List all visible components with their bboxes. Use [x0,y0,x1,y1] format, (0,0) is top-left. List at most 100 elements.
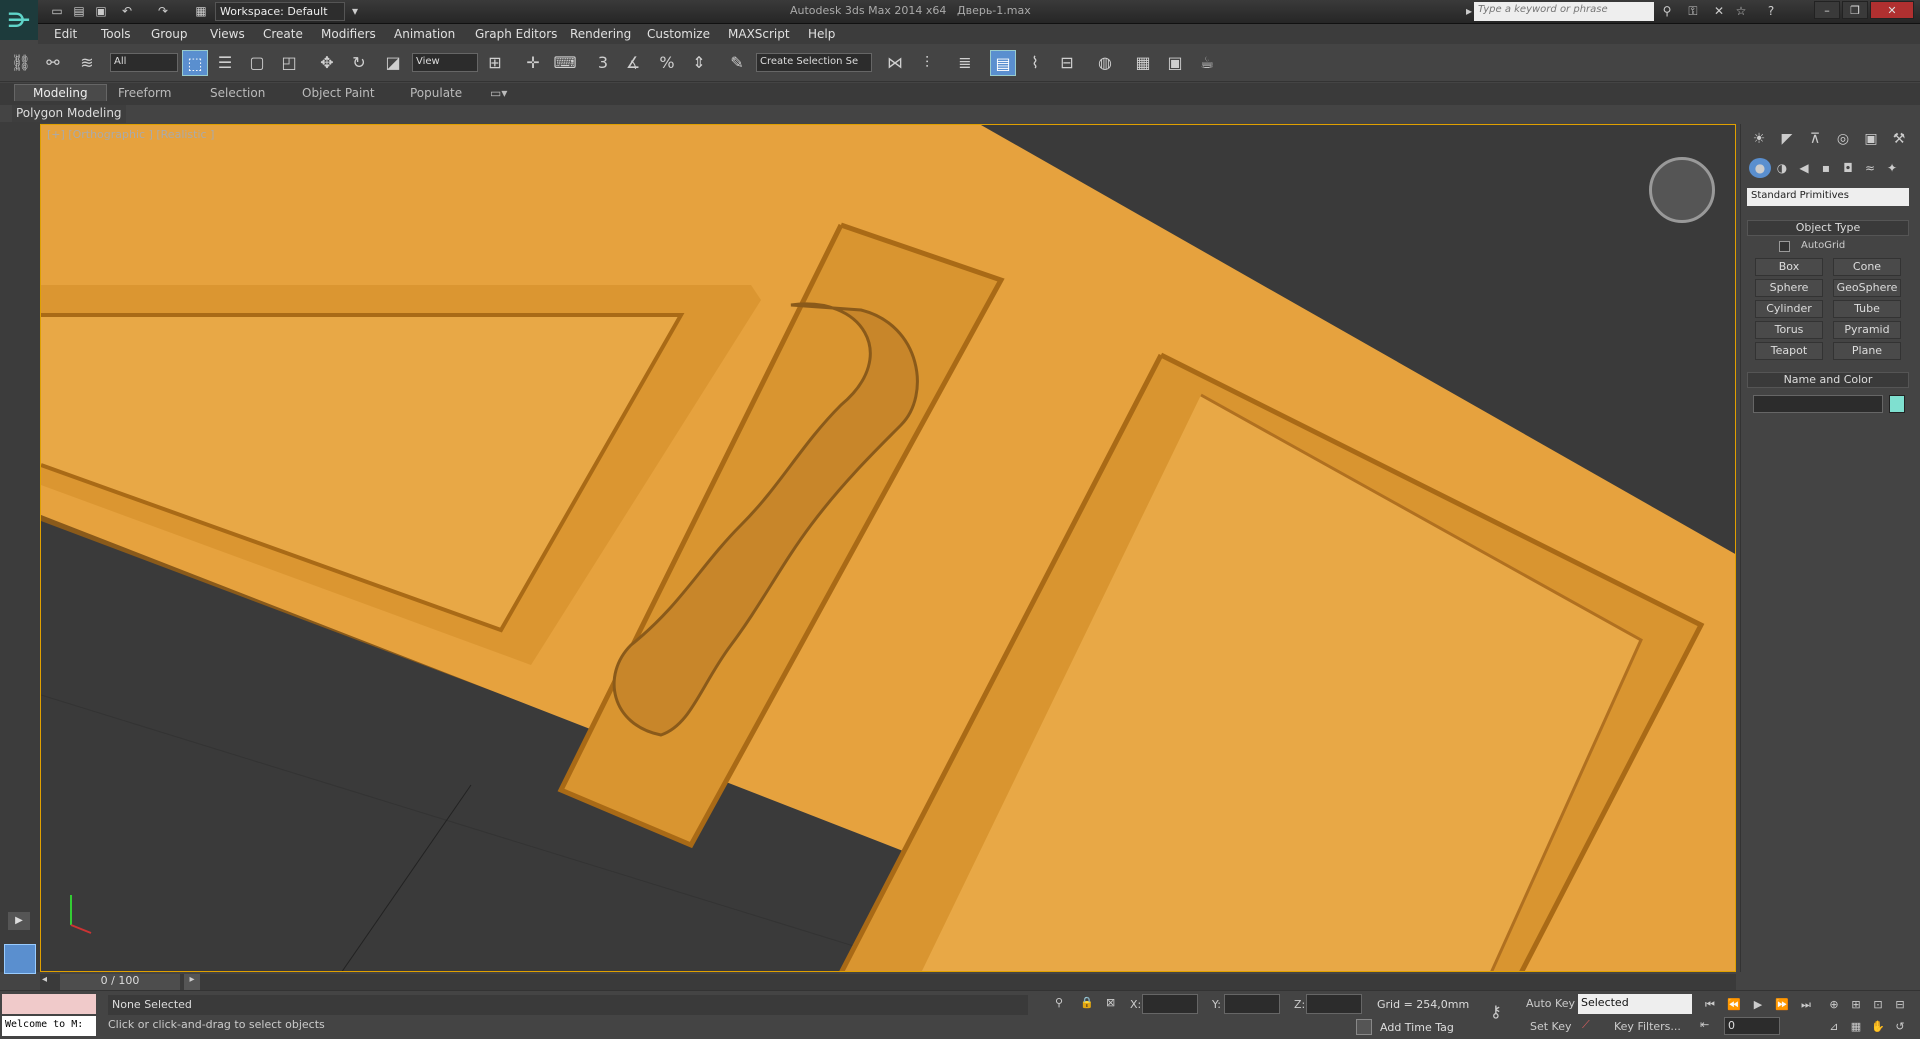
select-by-name-icon[interactable]: ☰ [212,50,238,76]
object-type-rollout[interactable]: Object Type [1747,220,1909,236]
select-object-icon[interactable]: ⬚ [182,50,208,76]
edit-named-sel-icon[interactable]: ✎ [724,50,750,76]
pan-icon[interactable]: ✋ [1868,1018,1888,1036]
bind-space-warp-icon[interactable]: ≋ [74,50,100,76]
binoculars-icon[interactable]: ⚲ [1658,3,1676,20]
search-input[interactable]: Type a keyword or phrase [1474,2,1654,21]
redo-icon[interactable]: ↷ [154,3,172,20]
open-file-icon[interactable]: ▤ [70,3,88,20]
maxscript-mini-listener[interactable]: Welcome to M: [2,1016,96,1036]
hierarchy-tab-icon[interactable]: ⊼ [1803,128,1827,150]
rect-selection-icon[interactable]: ▢ [244,50,270,76]
sphere-button[interactable]: Sphere [1755,279,1823,297]
key-filters-button[interactable]: Key Filters... [1614,1020,1681,1033]
cylinder-button[interactable]: Cylinder [1755,300,1823,318]
display-tab-icon[interactable]: ▣ [1859,128,1883,150]
align-icon[interactable]: ⫶ [914,50,940,76]
link-icon[interactable]: ⛓ [8,50,34,76]
lights-icon[interactable]: ◀ [1793,158,1815,178]
box-button[interactable]: Box [1755,258,1823,276]
auto-key-button[interactable]: Auto Key [1526,997,1575,1010]
tube-button[interactable]: Tube [1833,300,1901,318]
space-warps-icon[interactable]: ≈ [1859,158,1881,178]
autogrid-checkbox[interactable] [1779,241,1790,252]
rotate-icon[interactable]: ↻ [346,50,372,76]
add-time-tag[interactable]: Add Time Tag [1380,1021,1454,1034]
unlink-icon[interactable]: ⚯ [40,50,66,76]
tab-selection[interactable]: Selection [210,86,265,100]
modify-tab-icon[interactable]: ◤ [1775,128,1799,150]
z-field[interactable] [1306,994,1362,1014]
snap-toggle-icon[interactable]: 3 [590,50,616,76]
tab-modeling[interactable]: Modeling [14,84,107,101]
mirror-icon[interactable]: ⋈ [882,50,908,76]
x-field[interactable] [1142,994,1198,1014]
category-dropdown[interactable]: Standard Primitives [1747,188,1909,206]
key-curve-icon[interactable]: ⟋ [1582,1018,1590,1032]
tab-freeform[interactable]: Freeform [118,86,171,100]
zoom-extents-icon[interactable]: ⊡ [1868,996,1888,1014]
menu-maxscript[interactable]: MAXScript [728,27,790,41]
prev-key-icon[interactable]: ⏪ [1724,996,1744,1014]
ribbon-panel-polygon-modeling[interactable]: Polygon Modeling [12,105,126,123]
tab-populate[interactable]: Populate [410,86,462,100]
cone-button[interactable]: Cone [1833,258,1901,276]
rendered-frame-icon[interactable]: ▣ [1162,50,1188,76]
time-position[interactable]: 0 / 100 [60,974,180,990]
viewport-layout-icon[interactable] [4,944,36,974]
menu-create[interactable]: Create [263,27,303,41]
menu-modifiers[interactable]: Modifiers [321,27,376,41]
key-mode-icon[interactable]: ⚷ [1490,1002,1502,1021]
spinner-snap-icon[interactable]: ⇕ [686,50,712,76]
menu-customize[interactable]: Customize [647,27,710,41]
manipulate-icon[interactable]: ✛ [520,50,546,76]
geometry-icon[interactable]: ● [1749,158,1771,178]
maximize-viewport-icon[interactable]: ⊟ [1890,996,1910,1014]
create-tab-icon[interactable]: ☀ [1747,128,1771,150]
minimize-button[interactable]: – [1814,1,1840,19]
move-icon[interactable]: ✥ [314,50,340,76]
menu-group[interactable]: Group [151,27,188,41]
next-frame-icon[interactable]: ▸ [184,974,200,990]
workspace-dropdown[interactable]: Workspace: Default [215,2,345,21]
absolute-mode-icon[interactable]: ⊠ [1106,996,1115,1009]
new-file-icon[interactable]: ▭ [48,3,66,20]
motion-tab-icon[interactable]: ◎ [1831,128,1855,150]
named-selection-dropdown[interactable]: Create Selection Se [756,53,872,72]
menu-rendering[interactable]: Rendering [570,27,631,41]
expand-play-icon[interactable]: ▶ [8,912,30,930]
ref-coord-dropdown[interactable]: View [412,53,478,72]
goto-start-icon[interactable]: ⏮ [1700,996,1720,1014]
time-tag-icon[interactable] [1356,1019,1372,1035]
torus-button[interactable]: Torus [1755,321,1823,339]
app-logo-icon[interactable]: ⋺ [0,0,38,40]
close-button[interactable]: ✕ [1870,1,1914,19]
viewcube-icon[interactable] [1649,157,1715,223]
percent-snap-icon[interactable]: % [654,50,680,76]
systems-icon[interactable]: ✦ [1881,158,1903,178]
menu-animation[interactable]: Animation [394,27,455,41]
orbit-icon[interactable]: ↺ [1890,1018,1910,1036]
maxscript-listener-top[interactable] [2,994,96,1014]
cameras-icon[interactable]: ▪ [1815,158,1837,178]
helpers-icon[interactable]: ◘ [1837,158,1859,178]
field-of-view-icon[interactable]: ⊿ [1824,1018,1844,1036]
menu-tools[interactable]: Tools [101,27,131,41]
object-color-swatch[interactable] [1889,395,1905,413]
selection-filter-dropdown[interactable]: All [110,53,178,72]
material-editor-icon[interactable]: ◍ [1092,50,1118,76]
menu-help[interactable]: Help [808,27,835,41]
zoom-all-icon[interactable]: ⊞ [1846,996,1866,1014]
keyboard-shortcut-icon[interactable]: ⌨ [552,50,578,76]
undo-icon[interactable]: ↶ [118,3,136,20]
chevron-down-icon[interactable]: ▾ [346,3,364,20]
prev-frame-icon[interactable]: ◂ [42,974,47,985]
time-slider[interactable]: ◂ ▸ [40,974,1736,990]
menu-graph-editors[interactable]: Graph Editors [475,27,557,41]
save-icon[interactable]: ▣ [92,3,110,20]
maximize-button[interactable]: ❐ [1842,1,1868,19]
key-mode-toggle-icon[interactable]: ⇤ [1700,1018,1709,1031]
render-setup-icon[interactable]: ▦ [1130,50,1156,76]
play-icon[interactable]: ▶ [1748,996,1768,1014]
name-color-rollout[interactable]: Name and Color [1747,372,1909,388]
